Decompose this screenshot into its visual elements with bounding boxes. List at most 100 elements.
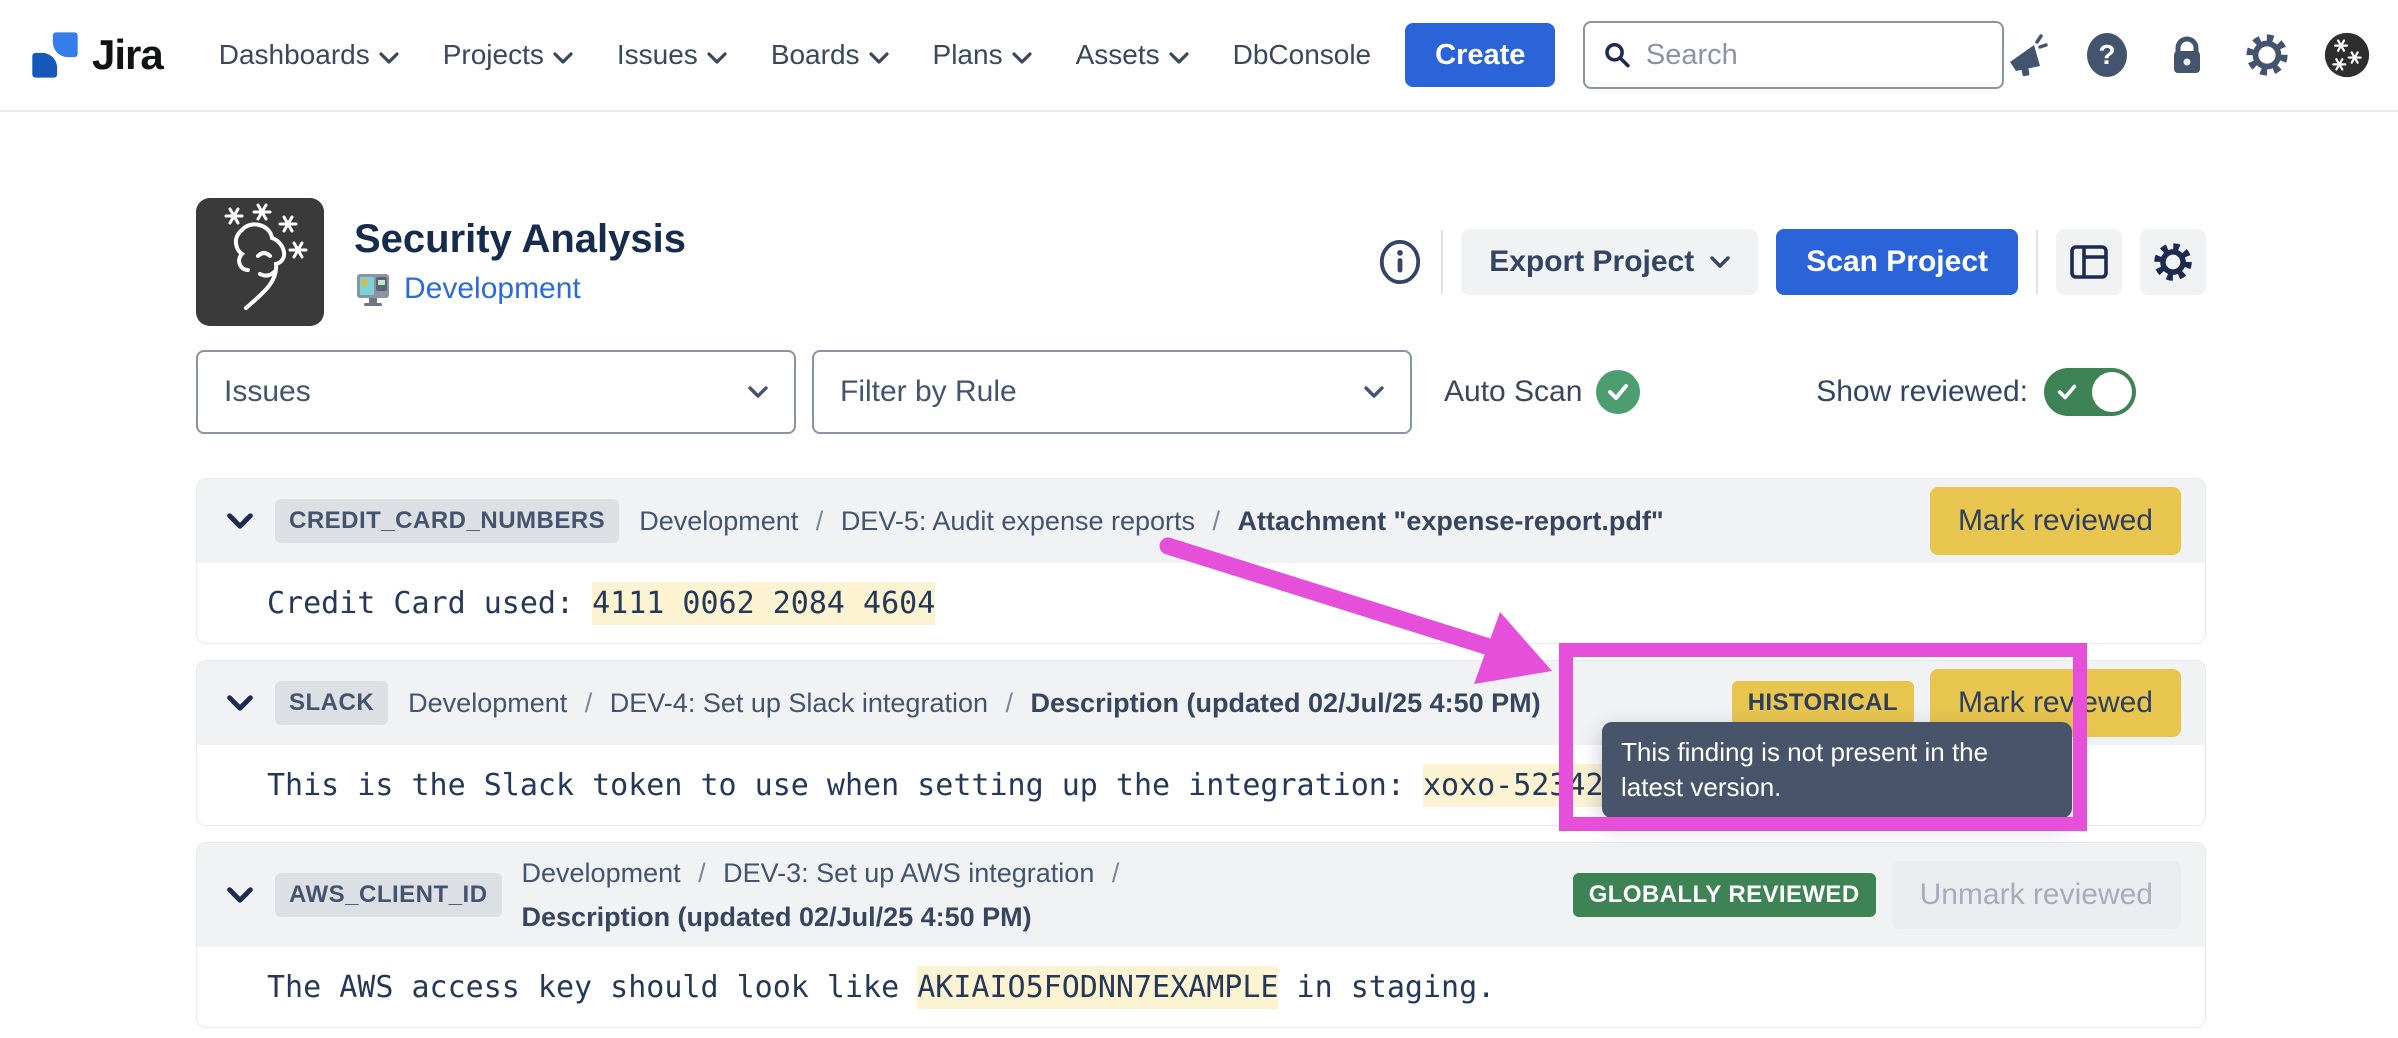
brand-wordmark: Jira [92, 31, 163, 79]
breadcrumb: Development / DEV-4: Set up Slack integr… [408, 681, 1540, 725]
historical-tooltip: This finding is not present in the lates… [1602, 722, 2072, 818]
chevron-down-icon [379, 39, 399, 71]
breadcrumb-item[interactable]: Development [522, 858, 681, 888]
secret-highlight: AKIAIO5FODNN7EXAMPLE [917, 966, 1278, 1009]
search-icon [1603, 39, 1631, 71]
finding-card-credit_card_numbers: CREDIT_CARD_NUMBERS Development / DEV-5: … [196, 478, 2206, 644]
breadcrumb-separator: / [798, 506, 841, 536]
chevron-down-icon [869, 39, 889, 71]
divider [1441, 230, 1443, 294]
breadcrumb-separator: / [681, 858, 724, 888]
top-navbar: Jira Dashboards Projects Issues Boards Plans… [0, 0, 2398, 112]
finding-header[interactable]: CREDIT_CARD_NUMBERS Development / DEV-5: … [197, 479, 2205, 563]
finding-actions: GLOBALLY REVIEWED Unmark reviewed [1573, 861, 2181, 929]
nav-item-dbconsole[interactable]: DbConsole [1233, 39, 1372, 71]
search-input[interactable] [1646, 39, 1984, 72]
nav-item-projects[interactable]: Projects [443, 39, 573, 71]
help-icon[interactable]: ? [2084, 32, 2130, 78]
breadcrumb-separator: / [1094, 858, 1129, 888]
breadcrumb-item[interactable]: Development [408, 688, 567, 718]
svg-text:?: ? [2098, 39, 2115, 70]
development-emoji-icon [354, 270, 392, 308]
breadcrumb-current: Description (updated 02/Jul/25 4:50 PM) [1031, 681, 1541, 725]
chevron-down-icon [707, 39, 727, 71]
finding-actions: Mark reviewed [1930, 487, 2181, 555]
divider [2036, 230, 2038, 294]
project-settings-button[interactable] [2140, 229, 2206, 295]
nav-item-assets[interactable]: Assets [1076, 39, 1189, 71]
scan-project-button[interactable]: Scan Project [1776, 229, 2018, 295]
main-menu: Dashboards Projects Issues Boards Plans Asset… [219, 39, 1371, 71]
snippet-text: Credit Card used: [267, 586, 592, 621]
announcements-icon[interactable] [2004, 32, 2050, 78]
toggle-check-icon [2056, 381, 2078, 403]
secret-highlight: 4111 0062 2084 4604 [592, 582, 935, 625]
chevron-down-icon [553, 39, 573, 71]
snippet-text: This is the Slack token to use when sett… [267, 768, 1423, 803]
settings-icon[interactable] [2244, 32, 2290, 78]
nav-item-label: Dashboards [219, 39, 370, 71]
project-avatar [196, 198, 324, 326]
chevron-down-icon[interactable] [225, 887, 255, 903]
project-page: Security Analysis Development [196, 112, 2206, 1028]
nav-item-label: DbConsole [1233, 39, 1372, 71]
historical-badge: HISTORICAL [1732, 681, 1914, 725]
toggle-knob [2092, 372, 2132, 412]
finding-card-aws_client_id: AWS_CLIENT_IDDevelopment / DEV-3: Set up… [196, 842, 2206, 1028]
nav-item-label: Issues [617, 39, 698, 71]
create-button[interactable]: Create [1405, 23, 1555, 87]
breadcrumb: Development / DEV-5: Audit expense repor… [639, 499, 1664, 543]
nav-item-label: Assets [1076, 39, 1160, 71]
chevron-down-icon [1012, 39, 1032, 71]
project-header: Security Analysis Development [196, 198, 2206, 326]
chevron-down-icon[interactable] [225, 695, 255, 711]
breadcrumb-item[interactable]: Development [639, 506, 798, 536]
finding-snippet: Credit Card used: 4111 0062 2084 4604 [267, 586, 935, 621]
info-icon[interactable] [1377, 239, 1423, 285]
finding-body: The AWS access key should look like AKIA… [197, 947, 2205, 1027]
nav-item-issues[interactable]: Issues [617, 39, 727, 71]
lock-icon[interactable] [2164, 32, 2210, 78]
breadcrumb-separator: / [567, 688, 610, 718]
breadcrumb-separator: / [1195, 506, 1238, 536]
search-box[interactable] [1583, 21, 2004, 89]
snippet-text: in staging. [1278, 970, 1495, 1005]
finding-snippet: The AWS access key should look like AKIA… [267, 970, 1495, 1005]
chevron-down-icon[interactable] [225, 513, 255, 529]
project-breadcrumb-link[interactable]: Development [404, 272, 581, 306]
mark-reviewed-button[interactable]: Mark reviewed [1930, 487, 2181, 555]
page-title: Security Analysis [354, 217, 686, 262]
nav-item-label: Boards [771, 39, 860, 71]
nav-item-boards[interactable]: Boards [771, 39, 889, 71]
chevron-down-icon [1364, 386, 1384, 398]
export-project-button[interactable]: Export Project [1461, 229, 1758, 295]
board-layout-button[interactable] [2056, 229, 2122, 295]
breadcrumb-item[interactable]: DEV-3: Set up AWS integration [723, 858, 1094, 888]
navbar-icons: ? [2004, 32, 2370, 78]
nav-item-dashboards[interactable]: Dashboards [219, 39, 399, 71]
rule-chip: CREDIT_CARD_NUMBERS [275, 499, 619, 543]
nav-item-label: Plans [933, 39, 1003, 71]
jira-logo[interactable]: Jira [28, 28, 163, 82]
rule-chip: SLACK [275, 681, 388, 725]
unmark-reviewed-button: Unmark reviewed [1892, 861, 2181, 929]
chevron-down-icon [1169, 39, 1189, 71]
globally-reviewed-badge: GLOBALLY REVIEWED [1573, 873, 1876, 917]
board-layout-icon [2070, 245, 2108, 279]
show-reviewed-toggle[interactable] [2044, 368, 2136, 416]
breadcrumb-separator: / [988, 688, 1031, 718]
rule-filter-select[interactable]: Filter by Rule [812, 350, 1412, 434]
filters-bar: Issues Filter by Rule Auto Scan Show rev… [196, 350, 2206, 434]
auto-scan-status: Auto Scan [1444, 370, 1640, 414]
project-titles: Security Analysis Development [354, 217, 686, 308]
breadcrumb-current: Description (updated 02/Jul/25 4:50 PM) [522, 895, 1032, 939]
finding-header[interactable]: AWS_CLIENT_IDDevelopment / DEV-3: Set up… [197, 843, 2205, 947]
jira-logo-icon [28, 28, 82, 82]
user-avatar[interactable] [2324, 32, 2370, 78]
nav-item-plans[interactable]: Plans [933, 39, 1032, 71]
breadcrumb-item[interactable]: DEV-5: Audit expense reports [841, 506, 1195, 536]
breadcrumb-item[interactable]: DEV-4: Set up Slack integration [610, 688, 988, 718]
issues-filter-select[interactable]: Issues [196, 350, 796, 434]
gear-icon [2151, 240, 2195, 284]
breadcrumb-current: Attachment "expense-report.pdf" [1238, 499, 1664, 543]
